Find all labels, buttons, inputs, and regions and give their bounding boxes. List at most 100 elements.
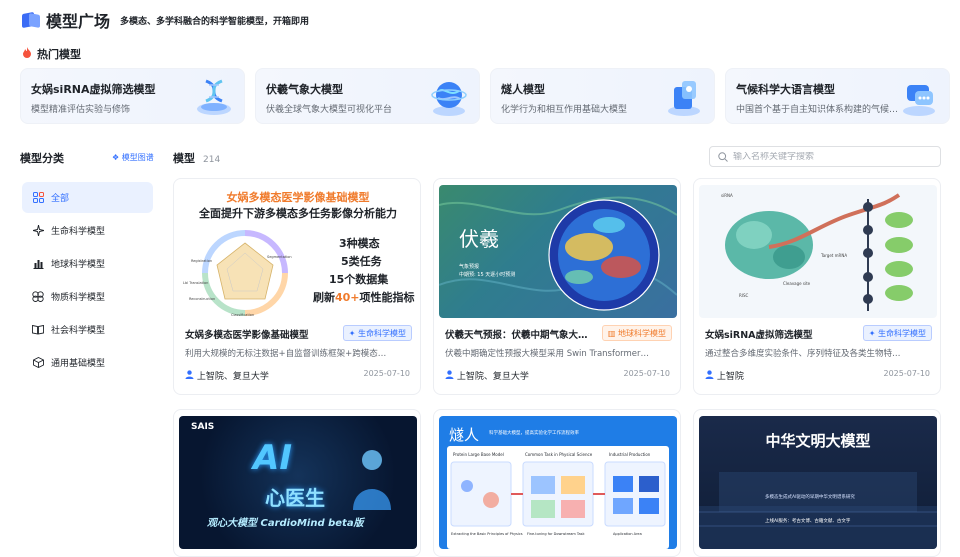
card-title: 伏羲天气预报：伏羲中期气象大… (445, 330, 588, 341)
tag-label: 生命科学模型 (358, 328, 406, 338)
globe-icon (427, 75, 471, 119)
org-label: 上智院、复旦大学 (456, 372, 529, 382)
model-graph-link[interactable]: ❖ 模型图谱 (112, 152, 154, 163)
card-thumbnail: 伏羲 气象预报 中期预: 15 天逐小时预测 (439, 185, 677, 318)
hot-card-fuxi-weather[interactable]: 伏羲气象大模型 伏羲全球气象大模型可视化平台 (255, 68, 480, 124)
card-thumbnail: 燧人 科学基础大模型，提高实验化学工作流程效率 Protein Large Ba… (439, 416, 677, 549)
hot-card-nvwa-sirna[interactable]: 女娲siRNA虚拟筛选模型 模型精准评估实验与修饰 (20, 68, 245, 124)
category-item-earth-science[interactable]: 地球科学模型 (22, 248, 153, 279)
molecule-icon (662, 75, 706, 119)
category-item-material-science[interactable]: 物质科学模型 (22, 281, 153, 312)
hot-card-suiren[interactable]: 燧人模型 化学行为和相互作用基础大模型 (490, 68, 715, 124)
tag-label: 地球科学模型 (618, 328, 666, 338)
diagram-label: Fine-tuning for Downstream Task (527, 532, 585, 536)
thumb-caption: 气象预报 (459, 264, 480, 270)
atom-icon (32, 291, 44, 303)
diagram-label: siRNA (721, 193, 733, 198)
page-header: 模型广场 多模态、多学科融合的科学智能模型，开箱即用 (22, 8, 309, 32)
card-date: 2025-07-10 (363, 369, 411, 378)
card-category-tag[interactable]: ▥ 地球科学模型 (601, 325, 672, 341)
hot-models-label: 热门模型 (37, 48, 81, 61)
thumb-stat-part: 刷新 (313, 291, 335, 304)
card-thumbnail: SAIS AI 心医生 观心大模型 CardioMind beta版 (179, 416, 417, 549)
card-title: 女娲siRNA虚拟筛选模型 (705, 330, 813, 341)
user-icon (445, 369, 454, 382)
card-title: 女娲多模态医学影像基础模型 (185, 330, 309, 341)
diagram-label: Target mRNA (821, 253, 848, 258)
category-label: 全部 (51, 194, 70, 204)
category-item-social-science[interactable]: 社会科学模型 (22, 314, 153, 345)
page-title: 模型广场 (46, 12, 111, 31)
thumb-tagline: 观心大模型 CardioMind beta版 (207, 518, 364, 529)
category-label: 地球科学模型 (51, 260, 106, 270)
card-org: 上智院 (705, 369, 744, 382)
model-heading-label: 模型 (173, 152, 195, 165)
category-item-life-science[interactable]: 生命科学模型 (22, 215, 153, 246)
model-card[interactable]: 燧人 科学基础大模型，提高实验化学工作流程效率 Protein Large Ba… (433, 409, 681, 557)
platform-logo-icon (22, 11, 40, 29)
category-list: 全部 生命科学模型 地球科学模型 物质科学模型 社会科学模型 通用基础模型 (22, 182, 153, 380)
search-icon (718, 147, 728, 166)
tag-sparkle-icon: ✦ (868, 328, 876, 338)
search-box[interactable] (709, 146, 941, 167)
search-input[interactable] (733, 151, 933, 162)
hot-models-heading: 热门模型 (22, 46, 81, 62)
thumb-stat: 5类任务 (341, 255, 382, 268)
hot-models-row: 女娲siRNA虚拟筛选模型 模型精准评估实验与修饰 伏羲气象大模型 伏羲全球气象… (20, 68, 950, 124)
diagram-label: Common Task in Physical Science (525, 452, 593, 457)
thumb-caption: 多模态生成式AI驱动的早期中华文明谱系研究 (765, 495, 855, 500)
category-label: 社会科学模型 (51, 326, 106, 336)
diagram-label: Protein Large Base Model (453, 452, 504, 457)
card-thumbnail: 中华文明大模型 多模态生成式AI驱动的早期中华文明谱系研究 上线AI服务：考古文… (699, 416, 937, 549)
thumb-panel: Protein Large Base Model Common Task in … (447, 446, 669, 549)
sirna-diagram-graphic (725, 193, 913, 311)
model-count: 214 (203, 155, 221, 165)
model-card[interactable]: 中华文明大模型 多模态生成式AI驱动的早期中华文明谱系研究 上线AI服务：考古文… (693, 409, 941, 557)
card-desc: 利用大规模的无标注数据+自监督训练框架+跨模态… (185, 349, 387, 359)
thumb-caption: 中期预: 15 天逐小时预测 (459, 272, 516, 278)
category-item-general-foundation[interactable]: 通用基础模型 (22, 347, 153, 378)
model-card[interactable]: siRNA Target mRNA RISC Cleavage site 女娲s… (693, 178, 941, 395)
model-card[interactable]: 女娲多模态医学影像基础模型 全面提升下游多模态多任务影像分析能力 Segment… (173, 178, 421, 395)
thumb-headline: AI (253, 438, 292, 478)
model-list-heading: 模型 214 (173, 150, 220, 166)
user-icon (705, 369, 714, 382)
hot-card-desc: 模型精准评估实验与修饰 (31, 105, 131, 115)
user-icon (185, 369, 194, 382)
card-thumbnail: siRNA Target mRNA RISC Cleavage site (699, 185, 937, 318)
thumb-heading: 女娲多模态医学影像基础模型 (226, 191, 370, 204)
category-label: 物质科学模型 (51, 293, 106, 303)
card-date: 2025-07-10 (623, 369, 671, 378)
thumb-headline: 心医生 (265, 486, 325, 510)
chat-bubble-icon (897, 75, 941, 119)
card-category-tag[interactable]: ✦ 生命科学模型 (862, 325, 932, 341)
thumb-caption: 上线AI服务：考古文博、古籍文献、古文字 (765, 519, 851, 524)
card-category-tag[interactable]: ✦ 生命科学模型 (342, 325, 412, 341)
diagram-label: RISC (739, 293, 749, 298)
thumb-stat: 15个数据集 (329, 273, 389, 286)
model-graph-label: 模型图谱 (121, 153, 154, 162)
card-thumbnail: 女娲多模态医学影像基础模型 全面提升下游多模态多任务影像分析能力 Segment… (179, 185, 417, 318)
radar-label: Segmentation (267, 255, 292, 259)
card-desc: 通过整合多维度实验条件、序列特征及各类生物特… (705, 349, 901, 359)
hot-card-desc: 中国首个基于自主知识体系构建的气候科学大语言模型 (736, 105, 906, 115)
hot-card-climate-llm[interactable]: 气候科学大语言模型 中国首个基于自主知识体系构建的气候科学大语言模型 (725, 68, 950, 124)
card-desc: 伏羲中期确定性预报大模型采用 Swin Transformer… (445, 349, 650, 359)
radar-label: Registration (191, 259, 213, 263)
thumb-stat-highlight: 40+ (335, 291, 360, 304)
thumb-stat: 刷新40+项性能指标 (313, 289, 415, 305)
doctor-figure-graphic (353, 450, 391, 510)
tag-sparkle-icon: ✦ (348, 328, 356, 338)
sparkle-icon (32, 225, 44, 237)
category-label: 生命科学模型 (51, 227, 106, 237)
thumb-name: 伏羲 (459, 227, 499, 251)
hot-card-desc: 化学行为和相互作用基础大模型 (501, 105, 628, 115)
category-heading: 模型分类 (20, 152, 64, 165)
thumb-name: 燧人 (449, 426, 480, 444)
model-card[interactable]: SAIS AI 心医生 观心大模型 CardioMind beta版 (173, 409, 421, 557)
radar-chart-graphic (202, 230, 288, 316)
model-card[interactable]: 伏羲 气象预报 中期预: 15 天逐小时预测 伏羲天气预报：伏羲中期气象大… ▥… (433, 178, 681, 395)
card-org: 上智院、复旦大学 (185, 369, 269, 382)
dna-icon (192, 75, 236, 119)
category-item-all[interactable]: 全部 (22, 182, 153, 213)
